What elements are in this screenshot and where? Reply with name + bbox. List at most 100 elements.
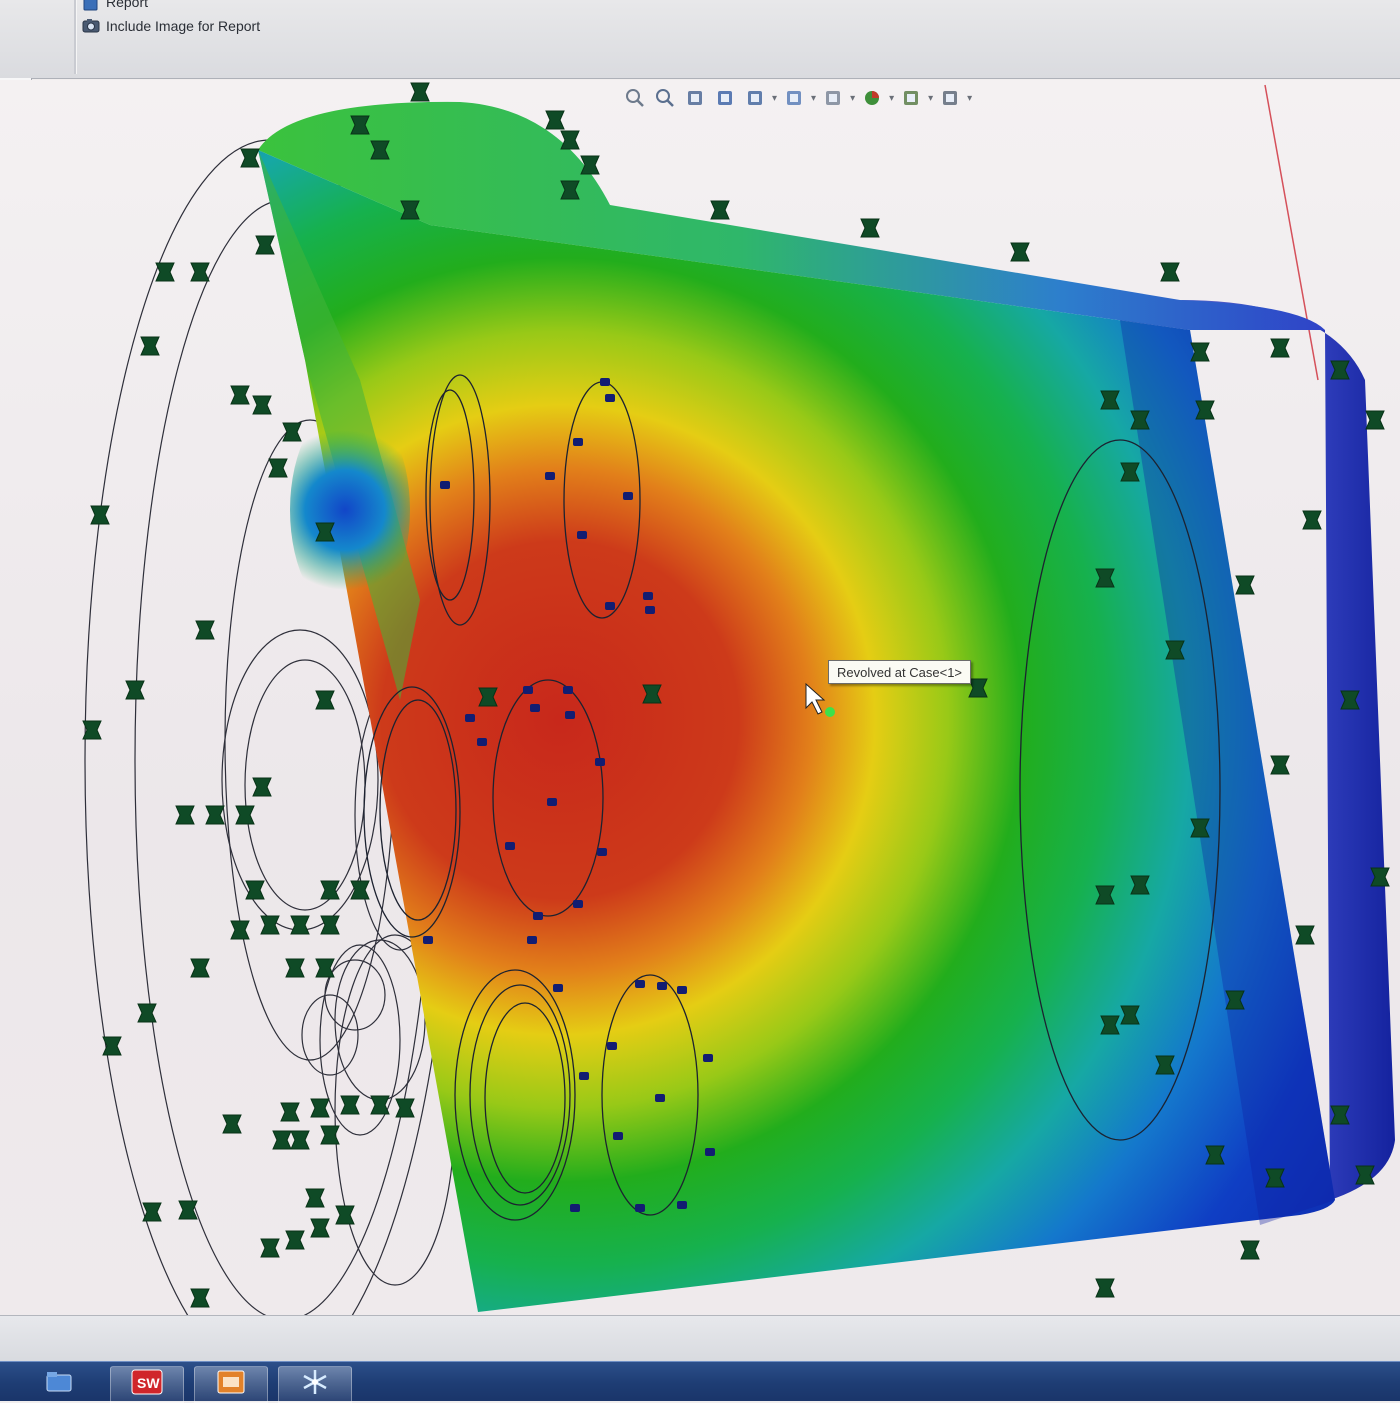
dropdown-caret-icon[interactable]: ▾ bbox=[889, 93, 894, 104]
fixture-marker[interactable] bbox=[1365, 410, 1385, 430]
taskbar-explorer-button[interactable] bbox=[22, 1366, 96, 1403]
fixture-marker[interactable] bbox=[1095, 1278, 1115, 1298]
load-marker[interactable] bbox=[645, 606, 655, 614]
fixture-marker[interactable] bbox=[545, 110, 565, 130]
load-marker[interactable] bbox=[565, 711, 575, 719]
fixture-marker[interactable] bbox=[260, 915, 280, 935]
fixture-marker[interactable] bbox=[155, 262, 175, 282]
load-marker[interactable] bbox=[635, 980, 645, 988]
fixture-marker[interactable] bbox=[255, 235, 275, 255]
zoom-to-fit-icon[interactable] bbox=[622, 85, 648, 111]
load-marker[interactable] bbox=[595, 758, 605, 766]
fixture-marker[interactable] bbox=[315, 690, 335, 710]
load-marker[interactable] bbox=[600, 378, 610, 386]
dropdown-caret-icon[interactable]: ▾ bbox=[811, 93, 816, 104]
apply-scene-icon[interactable] bbox=[898, 85, 924, 111]
fixture-marker[interactable] bbox=[860, 218, 880, 238]
fixture-marker[interactable] bbox=[190, 262, 210, 282]
load-marker[interactable] bbox=[527, 936, 537, 944]
view-settings-icon[interactable] bbox=[937, 85, 963, 111]
fixture-marker[interactable] bbox=[1302, 510, 1322, 530]
fixture-marker[interactable] bbox=[560, 130, 580, 150]
fixture-marker[interactable] bbox=[410, 82, 430, 102]
load-marker[interactable] bbox=[553, 984, 563, 992]
fixture-marker[interactable] bbox=[272, 1130, 292, 1150]
fixture-marker[interactable] bbox=[282, 422, 302, 442]
load-marker[interactable] bbox=[533, 912, 543, 920]
fixture-marker[interactable] bbox=[175, 805, 195, 825]
fixture-marker[interactable] bbox=[140, 336, 160, 356]
ribbon-report-button[interactable]: Report bbox=[82, 0, 148, 13]
fixture-marker[interactable] bbox=[320, 880, 340, 900]
fixture-marker[interactable] bbox=[395, 1098, 415, 1118]
fixture-marker[interactable] bbox=[285, 958, 305, 978]
edit-appearance-icon[interactable] bbox=[859, 85, 885, 111]
fixture-marker[interactable] bbox=[1190, 342, 1210, 362]
load-marker[interactable] bbox=[677, 986, 687, 994]
load-marker[interactable] bbox=[523, 686, 533, 694]
load-marker[interactable] bbox=[613, 1132, 623, 1140]
load-marker[interactable] bbox=[607, 1042, 617, 1050]
fixture-marker[interactable] bbox=[1270, 338, 1290, 358]
fixture-marker[interactable] bbox=[335, 1205, 355, 1225]
load-marker[interactable] bbox=[465, 714, 475, 722]
load-marker[interactable] bbox=[563, 686, 573, 694]
fixture-marker[interactable] bbox=[710, 200, 730, 220]
fixture-marker[interactable] bbox=[252, 395, 272, 415]
load-marker[interactable] bbox=[677, 1201, 687, 1209]
fixture-marker[interactable] bbox=[315, 958, 335, 978]
fixture-marker[interactable] bbox=[240, 148, 260, 168]
hide-show-items-icon[interactable] bbox=[820, 85, 846, 111]
load-marker[interactable] bbox=[605, 602, 615, 610]
fixture-marker[interactable] bbox=[235, 805, 255, 825]
load-marker[interactable] bbox=[705, 1148, 715, 1156]
fixture-marker[interactable] bbox=[245, 880, 265, 900]
simulation-model[interactable] bbox=[0, 80, 1400, 1315]
fixture-marker[interactable] bbox=[1235, 575, 1255, 595]
load-marker[interactable] bbox=[423, 936, 433, 944]
fixture-marker[interactable] bbox=[230, 920, 250, 940]
load-marker[interactable] bbox=[605, 394, 615, 402]
fixture-marker[interactable] bbox=[1160, 262, 1180, 282]
fixture-marker[interactable] bbox=[320, 1125, 340, 1145]
zoom-to-area-icon[interactable] bbox=[652, 85, 678, 111]
load-marker[interactable] bbox=[570, 1204, 580, 1212]
view-orientation-icon[interactable] bbox=[742, 85, 768, 111]
fixture-marker[interactable] bbox=[1010, 242, 1030, 262]
load-marker[interactable] bbox=[477, 738, 487, 746]
dropdown-caret-icon[interactable]: ▾ bbox=[967, 93, 972, 104]
fixture-marker[interactable] bbox=[290, 1130, 310, 1150]
load-marker[interactable] bbox=[703, 1054, 713, 1062]
load-marker[interactable] bbox=[573, 900, 583, 908]
fixture-marker[interactable] bbox=[205, 805, 225, 825]
fixture-marker[interactable] bbox=[190, 958, 210, 978]
fixture-marker[interactable] bbox=[125, 680, 145, 700]
fixture-marker[interactable] bbox=[310, 1218, 330, 1238]
fixture-marker[interactable] bbox=[142, 1202, 162, 1222]
load-marker[interactable] bbox=[597, 848, 607, 856]
load-marker[interactable] bbox=[643, 592, 653, 600]
fixture-marker[interactable] bbox=[178, 1200, 198, 1220]
include-image-for-report-button[interactable]: Include Image for Report bbox=[82, 15, 260, 37]
load-marker[interactable] bbox=[440, 481, 450, 489]
fixture-marker[interactable] bbox=[305, 1188, 325, 1208]
load-marker[interactable] bbox=[657, 982, 667, 990]
fixture-marker[interactable] bbox=[230, 385, 250, 405]
taskbar-presentation-button[interactable] bbox=[194, 1366, 268, 1403]
fixture-marker[interactable] bbox=[222, 1114, 242, 1134]
fixture-marker[interactable] bbox=[320, 915, 340, 935]
fixture-marker[interactable] bbox=[285, 1230, 305, 1250]
fixture-marker[interactable] bbox=[137, 1003, 157, 1023]
fixture-marker[interactable] bbox=[1295, 925, 1315, 945]
section-view-icon[interactable] bbox=[712, 85, 738, 111]
fixture-marker[interactable] bbox=[260, 1238, 280, 1258]
dropdown-caret-icon[interactable]: ▾ bbox=[928, 93, 933, 104]
fixture-marker[interactable] bbox=[252, 777, 272, 797]
load-marker[interactable] bbox=[545, 472, 555, 480]
load-marker[interactable] bbox=[623, 492, 633, 500]
dropdown-caret-icon[interactable]: ▾ bbox=[772, 93, 777, 104]
load-marker[interactable] bbox=[635, 1204, 645, 1212]
load-marker[interactable] bbox=[577, 531, 587, 539]
load-marker[interactable] bbox=[579, 1072, 589, 1080]
fixture-marker[interactable] bbox=[1240, 1240, 1260, 1260]
